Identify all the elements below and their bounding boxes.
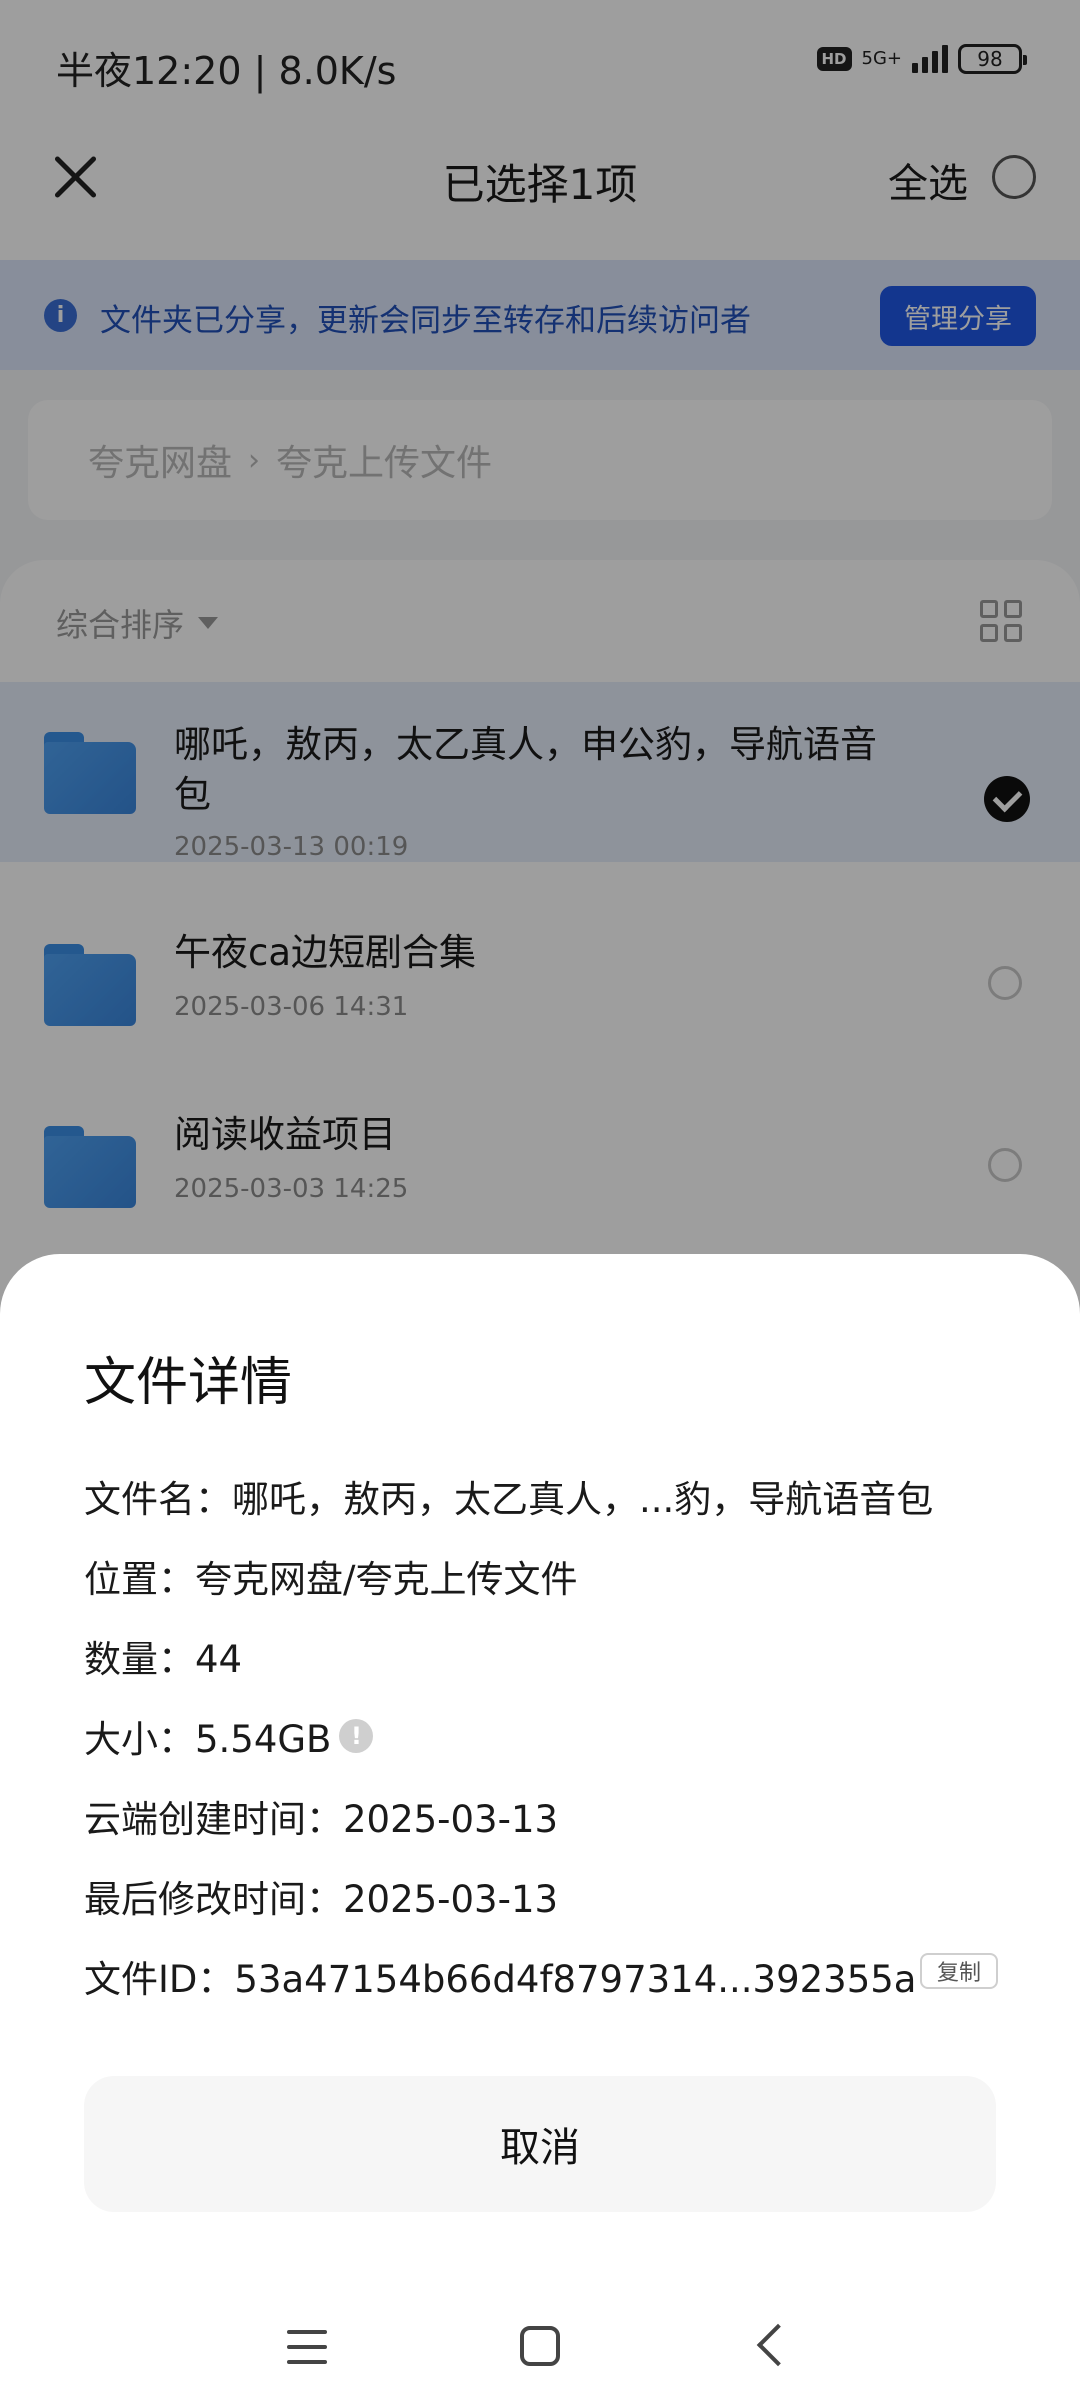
detail-count: 数量：44 bbox=[84, 1638, 243, 1681]
back-icon[interactable] bbox=[756, 2323, 800, 2367]
detail-size: 大小：5.54GB bbox=[84, 1718, 332, 1761]
info-exclamation-icon[interactable]: ! bbox=[339, 1719, 374, 1753]
detail-filename: 文件名：哪吒，敖丙，太乙真人，...豹，导航语音包 bbox=[84, 1478, 934, 1521]
home-icon[interactable] bbox=[520, 2326, 560, 2366]
file-details-sheet: 文件详情 文件名：哪吒，敖丙，太乙真人，...豹，导航语音包 位置：夸克网盘/夸… bbox=[0, 1254, 1080, 2400]
detail-size-row: 大小：5.54GB ! bbox=[84, 1709, 374, 1763]
detail-created: 云端创建时间：2025-03-13 bbox=[84, 1798, 559, 1841]
menu-icon[interactable] bbox=[287, 2330, 327, 2364]
sheet-title: 文件详情 bbox=[84, 1353, 293, 1413]
copy-button[interactable]: 复制 bbox=[920, 1953, 998, 1989]
cancel-button[interactable]: 取消 bbox=[84, 2076, 996, 2212]
detail-modified: 最后修改时间：2025-03-13 bbox=[84, 1878, 559, 1921]
detail-file-id: 文件ID：53a47154b66d4f8797314...392355a bbox=[84, 1958, 917, 2001]
detail-location: 位置：夸克网盘/夸克上传文件 bbox=[84, 1558, 578, 1601]
